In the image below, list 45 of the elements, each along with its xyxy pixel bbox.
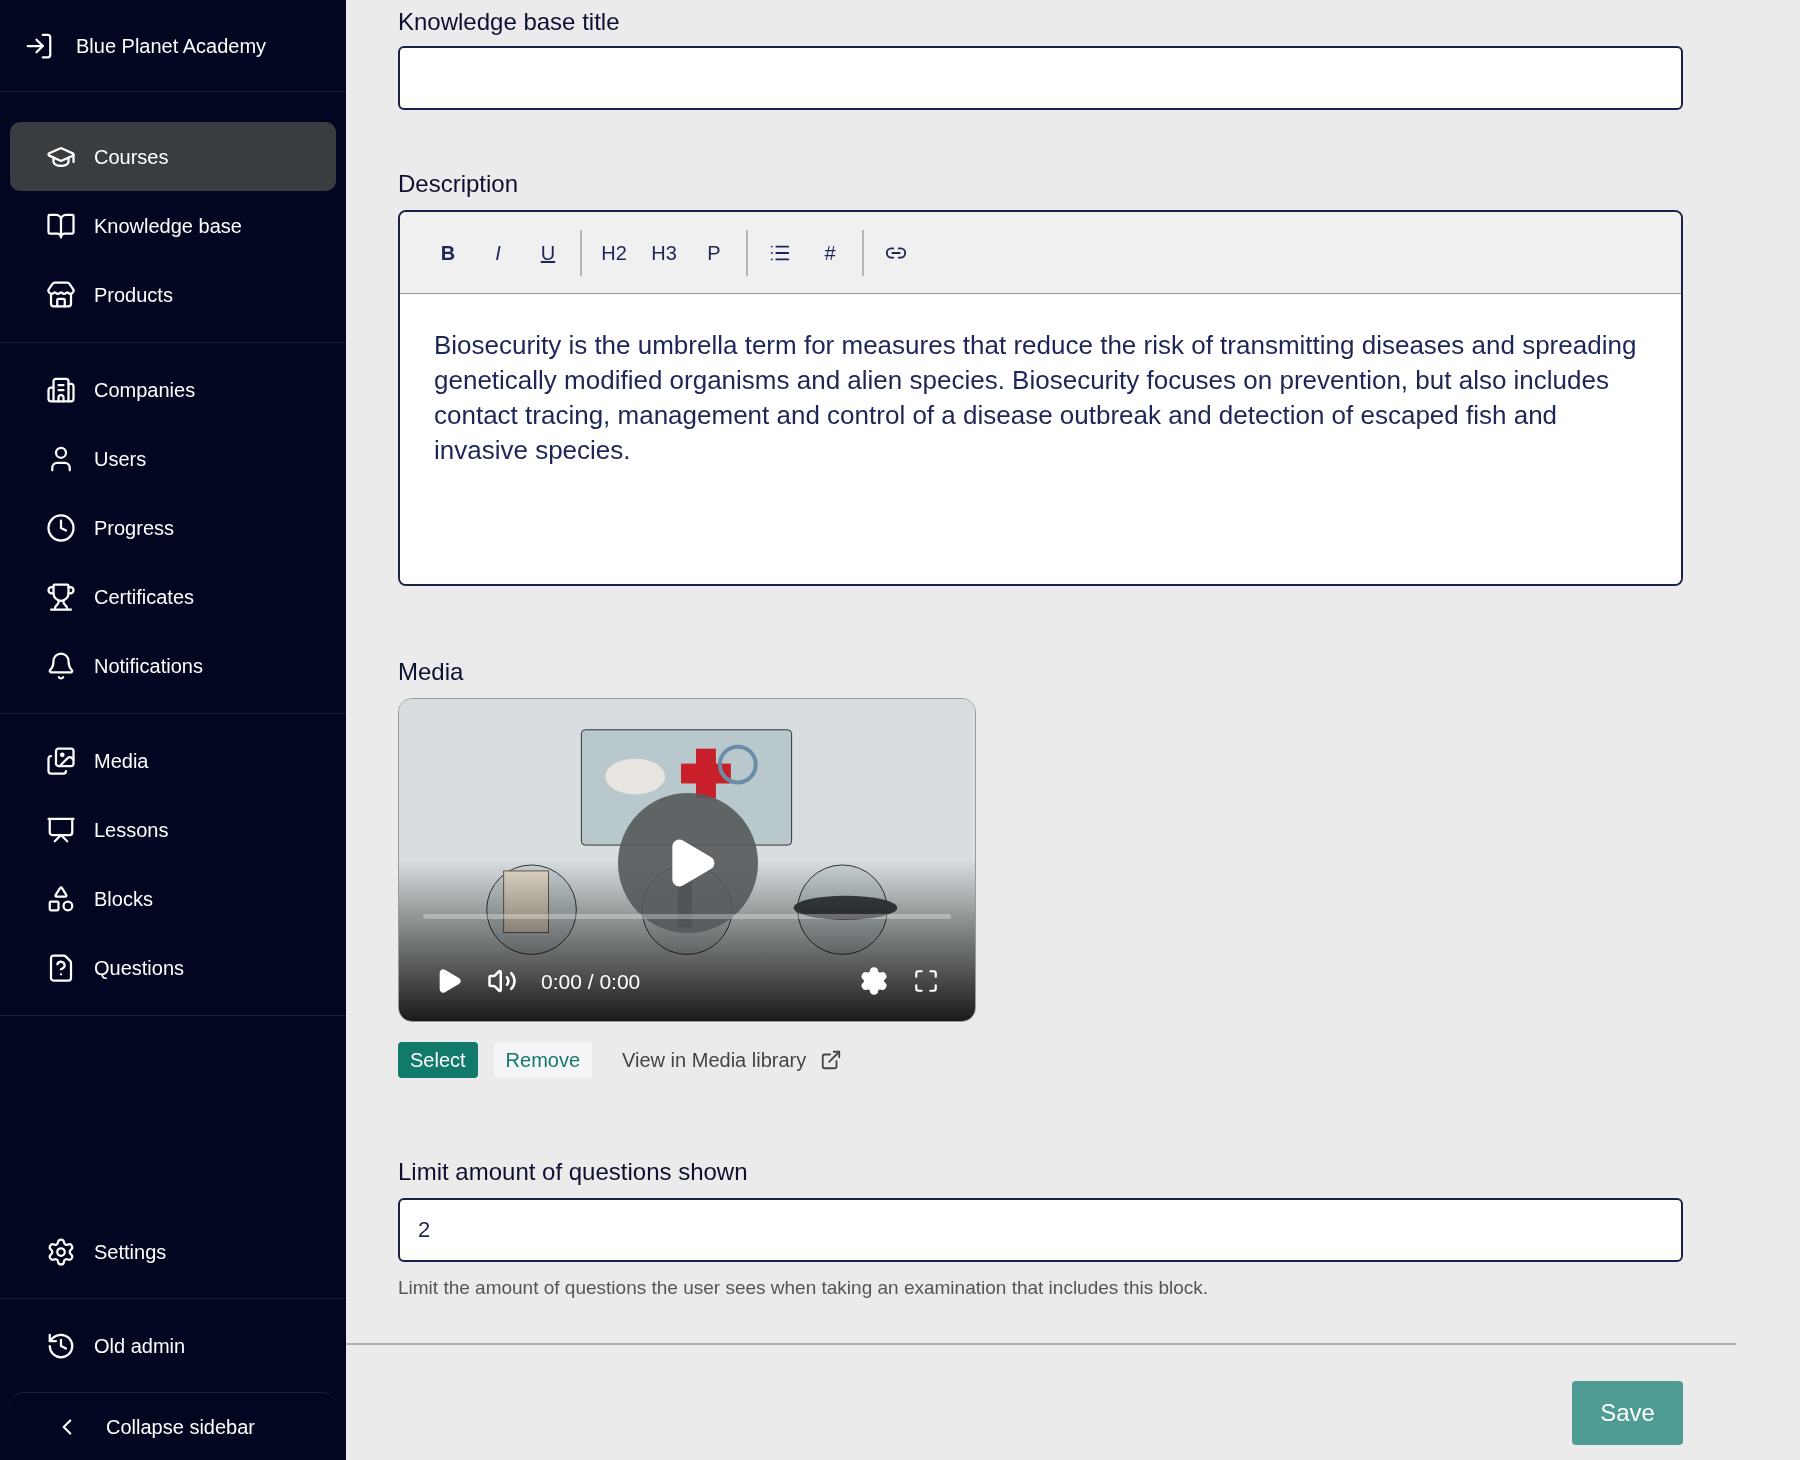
- remove-button[interactable]: Remove: [493, 1042, 593, 1078]
- sidebar-item[interactable]: Users: [10, 424, 336, 493]
- fullscreen-icon[interactable]: [913, 968, 939, 995]
- sidebar-item[interactable]: Progress: [10, 493, 336, 562]
- brand-name: Blue Planet Academy: [76, 33, 267, 59]
- bell-icon: [46, 650, 76, 681]
- media-library-link[interactable]: View in Media library: [622, 1045, 843, 1075]
- sidebar-item[interactable]: Knowledge base: [10, 191, 336, 260]
- sidebar-item[interactable]: Lessons: [10, 795, 336, 864]
- title-input-field[interactable]: [398, 46, 1683, 110]
- format-button[interactable]: H2: [592, 232, 636, 273]
- limit-input-field[interactable]: 2: [398, 1198, 1683, 1262]
- clock-icon: [46, 512, 76, 543]
- sidebar-item[interactable]: Products: [10, 260, 336, 329]
- video-player[interactable]: 0:00 / 0:00: [398, 698, 976, 1022]
- sidebar-item[interactable]: Media: [10, 726, 336, 795]
- sidebar-item[interactable]: Old admin: [10, 1311, 336, 1380]
- sidebar-item[interactable]: Notifications: [10, 631, 336, 700]
- time-display: 0:00 / 0:00: [541, 968, 641, 995]
- format-button[interactable]: #: [808, 232, 852, 273]
- sidebar-item[interactable]: Settings: [10, 1217, 336, 1286]
- underline-button[interactable]: U: [526, 232, 570, 273]
- select-button[interactable]: Select: [398, 1042, 478, 1078]
- format-button[interactable]: P: [692, 232, 736, 273]
- sidebar-item[interactable]: Companies: [10, 355, 336, 424]
- format-button[interactable]: H3: [642, 232, 686, 273]
- field-label: Media: [398, 657, 465, 687]
- italic-button[interactable]: I: [476, 232, 520, 273]
- help-text: Limit the amount of questions the user sees when taking an examination that includes this block.: [398, 1276, 1210, 1300]
- description-text: Biosecurity is the umbrella term for measures that reduce the risk of transmitting diseases and spreading genetically modified organisms and alien species. Biosecurity focuses on prevention, but also includes contact tracing, management and control of a disease outbreak and detection of escaped fish and invasive species.: [434, 329, 1638, 467]
- sidebar-item[interactable]: Certificates: [10, 562, 336, 631]
- field-label: Limit amount of questions shown: [398, 1157, 749, 1187]
- shapes-icon: [46, 883, 76, 914]
- progress-track[interactable]: [423, 914, 951, 919]
- images-icon: [46, 745, 76, 776]
- sidebar-item[interactable]: Courses: [10, 122, 336, 191]
- external-link-icon: [820, 1049, 843, 1071]
- bold-button[interactable]: B: [426, 232, 470, 273]
- field-label: Description: [398, 169, 520, 199]
- sidebar-item[interactable]: Questions: [10, 933, 336, 1002]
- field-label: Knowledge base title: [398, 7, 621, 37]
- sidebar-item[interactable]: Blocks: [10, 864, 336, 933]
- store-icon: [46, 279, 76, 310]
- collapse-sidebar-button[interactable]: Collapse sidebar: [10, 1392, 336, 1460]
- trophy-icon: [46, 581, 76, 612]
